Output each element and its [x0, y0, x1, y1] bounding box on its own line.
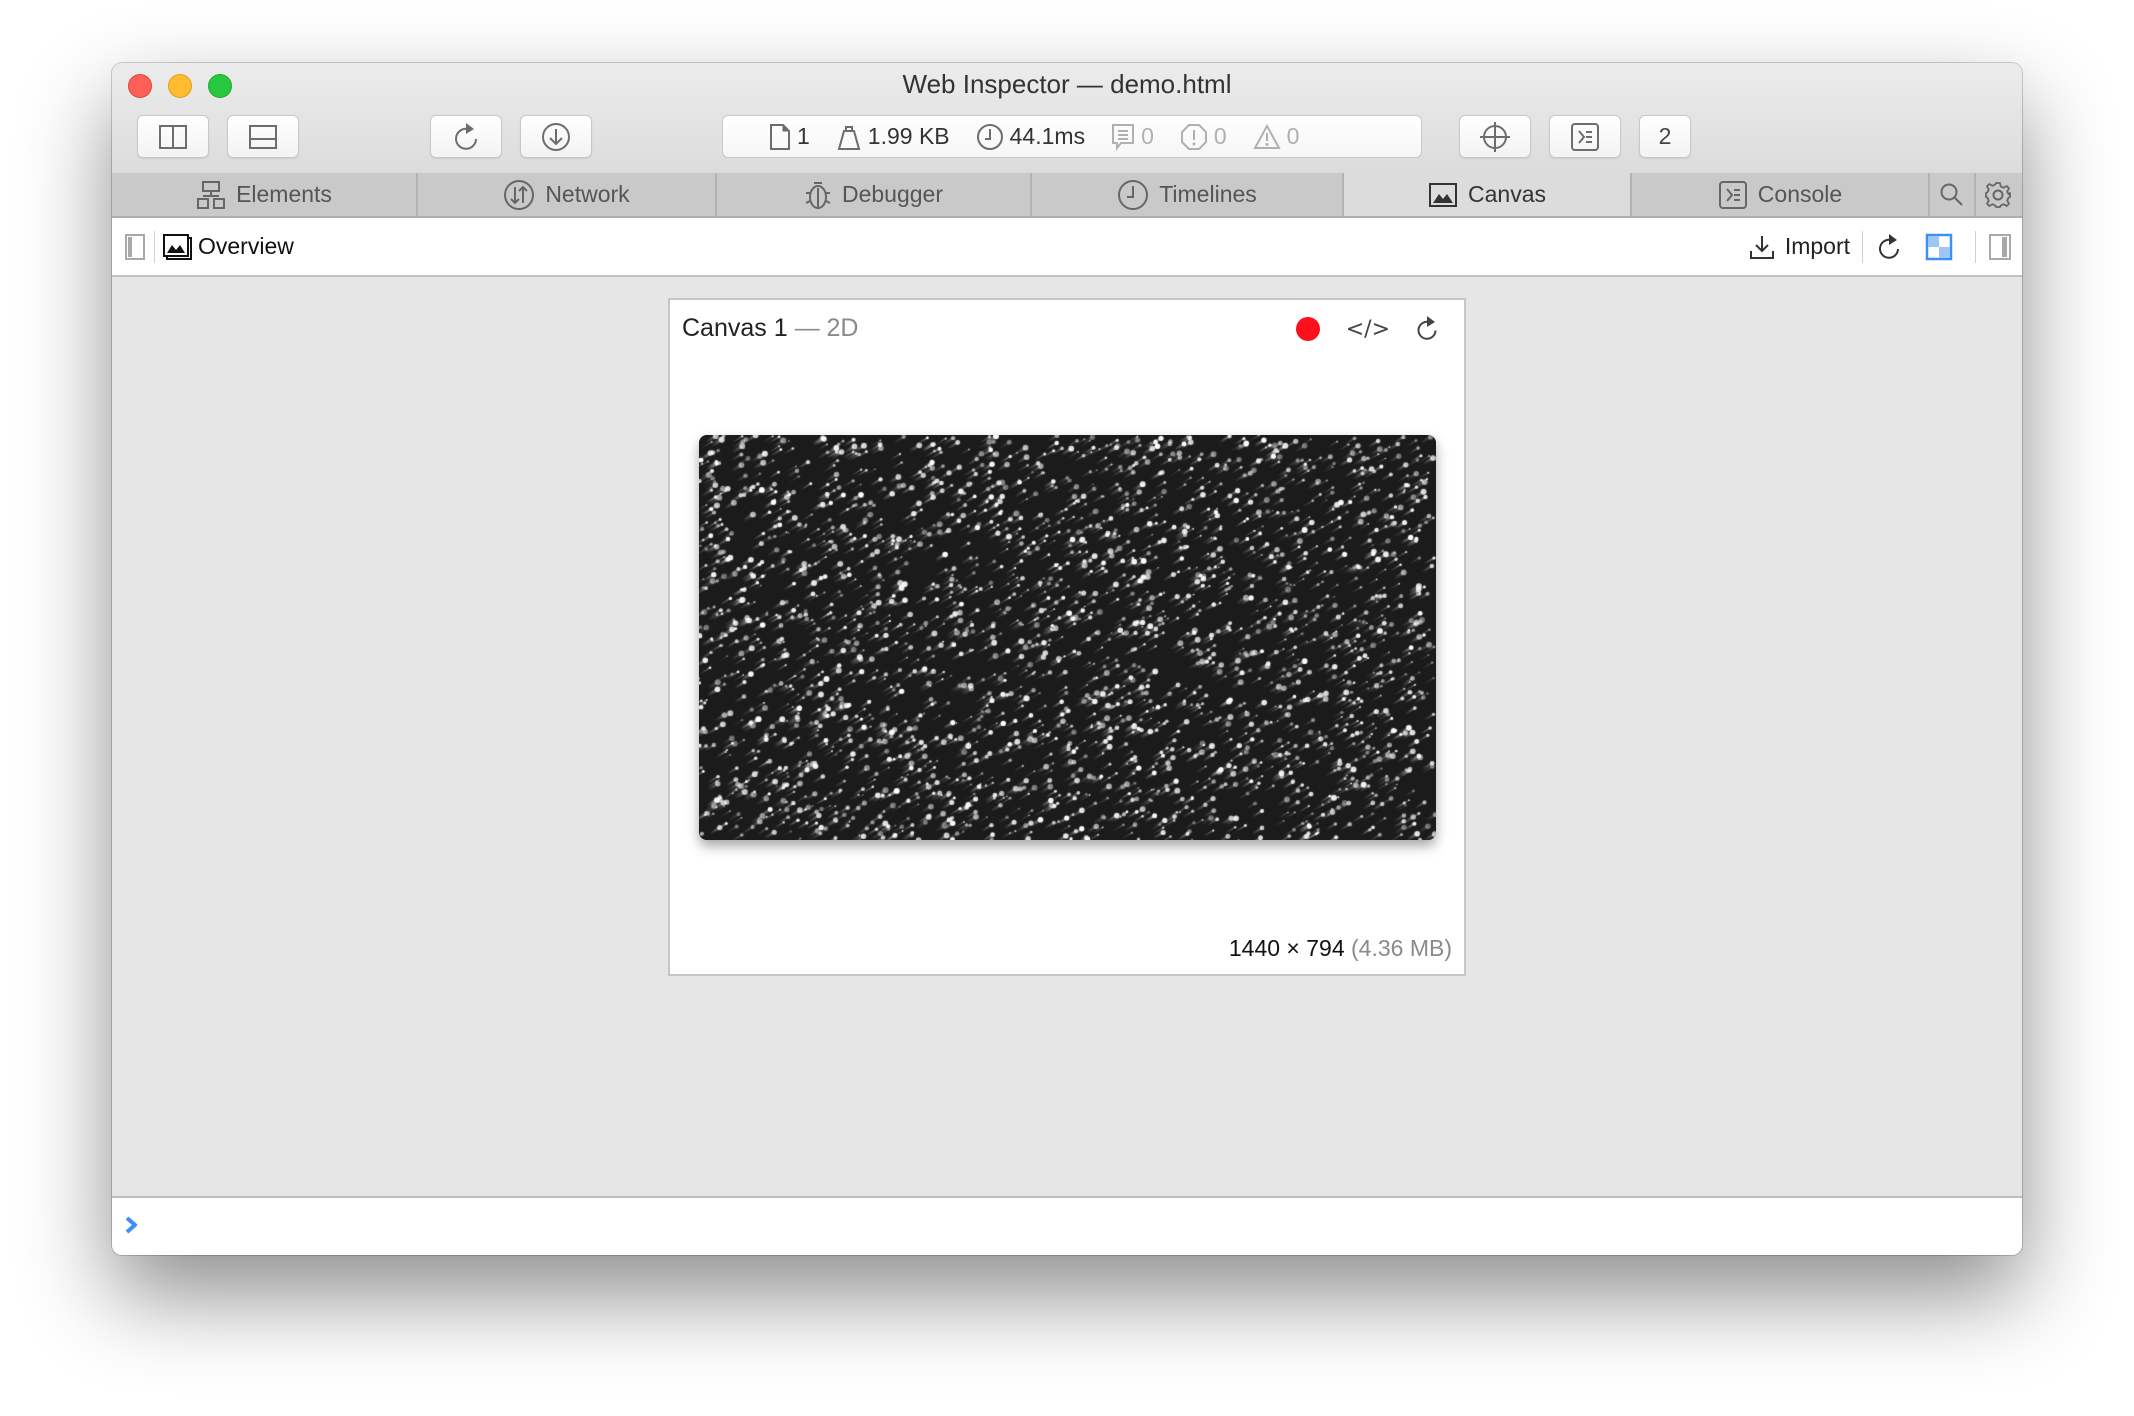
tab-network[interactable]: Network [418, 173, 717, 216]
gear-icon [1985, 181, 2011, 208]
refresh-icon[interactable] [1875, 232, 1903, 262]
import-button[interactable]: Import [1749, 233, 1850, 261]
search-icon [1940, 183, 1963, 206]
activity-viewer[interactable]: 1 1.99 KB 44.1ms 0 0 0 [722, 115, 1422, 158]
canvas-overview-content: Canvas 1 — 2D </> 1440 × 794 (4.36 MB) [112, 277, 2022, 1196]
navigation-bar: Overview Import [112, 218, 2022, 277]
record-button[interactable] [1295, 317, 1320, 341]
tab-elements[interactable]: Elements [112, 173, 418, 216]
download-button[interactable] [520, 115, 592, 158]
canvas-card-title: Canvas 1 — 2D [682, 314, 859, 343]
timelines-icon [1118, 179, 1149, 210]
log-message-icon [1112, 123, 1135, 151]
console-icon [1718, 180, 1747, 209]
canvas-preview-image[interactable] [699, 435, 1436, 840]
import-icon [1749, 235, 1774, 259]
tab-console[interactable]: Console [1632, 173, 1928, 216]
canvas-size-info: 1440 × 794 (4.36 MB) [1229, 935, 1452, 962]
nav-divider [154, 230, 155, 263]
starfield-canvas [699, 435, 1436, 840]
canvas-memory: (4.36 MB) [1351, 935, 1452, 961]
show-grid-icon[interactable] [1925, 233, 1953, 261]
nav-divider [1862, 230, 1863, 263]
dock-side-button[interactable] [137, 115, 209, 158]
error-icon [1180, 123, 1207, 150]
title-bar: Web Inspector — demo.html 1 1.99 KB 44.1… [112, 63, 2022, 174]
logs-count[interactable]: 0 [1111, 123, 1154, 151]
crosshair-icon [1480, 121, 1510, 152]
overview-icon [163, 233, 192, 260]
tab-debugger[interactable]: Debugger [717, 173, 1032, 216]
window-title: Web Inspector — demo.html [902, 69, 1232, 99]
network-icon [504, 179, 535, 210]
inspect-element-button[interactable] [1459, 115, 1531, 158]
debugger-icon [805, 181, 831, 209]
toggle-console-button[interactable] [1549, 115, 1621, 158]
canvas-icon [1429, 182, 1457, 207]
toggle-navigation-sidebar-icon[interactable] [124, 233, 146, 261]
dock-side-icon [159, 124, 187, 149]
console-prompt-icon [125, 1216, 137, 1234]
settings-tab-button[interactable] [1974, 173, 2020, 216]
tab-canvas[interactable]: Canvas [1344, 173, 1632, 216]
tab-timelines[interactable]: Timelines [1032, 173, 1344, 216]
warnings-count[interactable]: 0 [1252, 123, 1299, 150]
refresh-preview-icon[interactable] [1414, 314, 1440, 344]
resources-size[interactable]: 1.99 KB [836, 123, 950, 151]
title-separator: — [794, 314, 820, 342]
search-tab-button[interactable] [1928, 173, 1974, 216]
nav-divider [1975, 230, 1976, 263]
elements-icon [197, 180, 226, 209]
download-icon [542, 122, 570, 151]
toggle-details-sidebar-icon[interactable] [1988, 233, 2012, 261]
canvas-context-type: 2D [826, 314, 859, 342]
document-icon [770, 123, 790, 150]
warning-icon [1252, 123, 1281, 149]
reload-icon [455, 122, 477, 150]
errors-count[interactable]: 0 [1180, 123, 1227, 151]
resources-count[interactable]: 1 [769, 123, 810, 151]
web-inspector-window: Web Inspector — demo.html 1 1.99 KB 44.1… [112, 63, 2022, 1255]
clock-icon [976, 123, 1003, 150]
canvas-dimensions: 1440 × 794 [1228, 935, 1345, 961]
console-icon [1571, 122, 1599, 151]
overview-breadcrumb[interactable]: Overview [198, 233, 294, 260]
quick-console[interactable] [112, 1196, 2022, 1255]
load-time[interactable]: 44.1ms [976, 123, 1085, 151]
canvas-card[interactable]: Canvas 1 — 2D </> 1440 × 794 (4.36 MB) [668, 298, 1466, 976]
tab-bar: Elements Network Debugger Timelines Canv… [112, 173, 2022, 218]
dock-bottom-icon [249, 124, 277, 149]
console-badge-button[interactable]: 2 [1639, 115, 1691, 158]
log-canvas-code-icon[interactable]: </> [1346, 317, 1390, 342]
reload-button[interactable] [430, 115, 502, 158]
dock-bottom-button[interactable] [227, 115, 299, 158]
canvas-name: Canvas 1 [682, 314, 788, 342]
weight-icon [837, 125, 861, 150]
